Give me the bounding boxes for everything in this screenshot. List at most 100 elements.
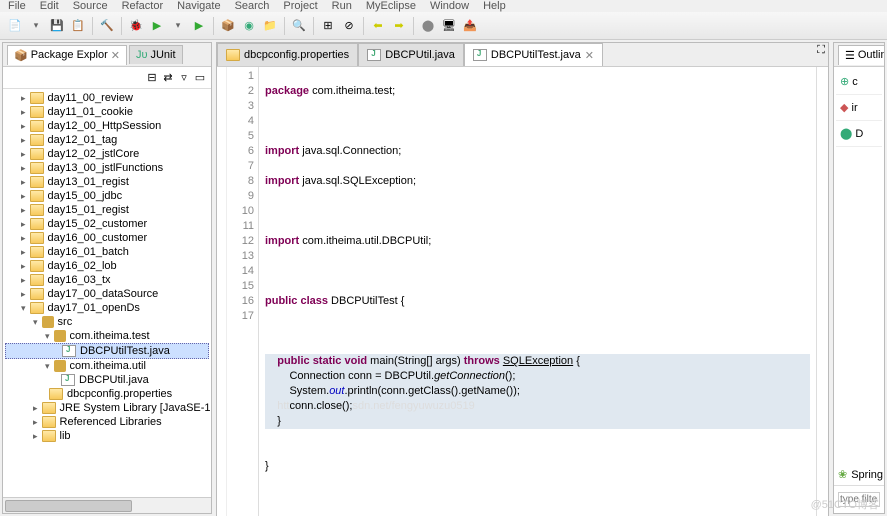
myeclipse-button[interactable]: ⬤ xyxy=(419,17,437,35)
new-package-button[interactable]: 📦 xyxy=(219,17,237,35)
link-editor-button[interactable]: ⇄ xyxy=(161,71,175,85)
expand-icon[interactable]: ▸ xyxy=(21,163,26,174)
menu-item[interactable]: Window xyxy=(430,0,469,12)
build-button[interactable]: 🔨 xyxy=(98,17,116,35)
forward-button[interactable]: ➡ xyxy=(390,17,408,35)
tree-item[interactable]: ▾com.itheima.test xyxy=(5,329,209,343)
expand-icon[interactable]: ▸ xyxy=(21,205,26,216)
minimize-button[interactable]: ▭ xyxy=(193,71,207,85)
toggle-button[interactable]: ⊞ xyxy=(319,17,337,35)
scrollbar-horizontal[interactable] xyxy=(3,497,211,513)
expand-icon[interactable]: ▸ xyxy=(21,191,26,202)
expand-icon[interactable]: ▸ xyxy=(21,135,26,146)
run-dropdown[interactable]: ▾ xyxy=(169,17,187,35)
expand-icon[interactable]: ▸ xyxy=(33,417,38,428)
close-icon[interactable]: ✕ xyxy=(111,49,120,62)
new-class-button[interactable]: ◉ xyxy=(240,17,258,35)
tree-item[interactable]: ▾com.itheima.util xyxy=(5,359,209,373)
tree-item[interactable]: ▸Referenced Libraries xyxy=(5,415,209,429)
tree-item[interactable]: ▸day16_02_lob xyxy=(5,259,209,273)
tree-item[interactable]: ▸day13_01_regist xyxy=(5,175,209,189)
menu-item[interactable]: MyEclipse xyxy=(366,0,416,12)
expand-icon[interactable]: ▾ xyxy=(33,317,38,328)
save-button[interactable]: 💾 xyxy=(48,17,66,35)
expand-icon[interactable]: ▸ xyxy=(21,121,26,132)
menu-item[interactable]: Run xyxy=(332,0,352,12)
outline-tab[interactable]: ☰Outline xyxy=(838,45,885,65)
tree-item[interactable]: ▸day13_00_jstlFunctions xyxy=(5,161,209,175)
annotation-button[interactable]: ⊘ xyxy=(340,17,358,35)
collapse-all-button[interactable]: ⊟ xyxy=(145,71,159,85)
tree-item[interactable]: ▸day16_01_batch xyxy=(5,245,209,259)
expand-icon[interactable]: ▾ xyxy=(45,361,50,372)
editor-tab[interactable]: dbcpconfig.properties xyxy=(217,43,358,66)
new-button[interactable]: 📄 xyxy=(6,17,24,35)
expand-icon[interactable]: ▸ xyxy=(21,289,26,300)
maximize-button[interactable]: ⛶ xyxy=(814,43,828,57)
quick-access-ir[interactable]: ◆ ir xyxy=(836,95,882,121)
back-button[interactable]: ⬅ xyxy=(369,17,387,35)
view-menu-button[interactable]: ▿ xyxy=(177,71,191,85)
tree-item[interactable]: ▸day12_01_tag xyxy=(5,133,209,147)
tree-item[interactable]: ▸lib xyxy=(5,429,209,443)
debug-button[interactable]: 🐞 xyxy=(127,17,145,35)
menu-item[interactable]: Source xyxy=(73,0,108,12)
tree-item[interactable]: dbcpconfig.properties xyxy=(5,387,209,401)
tree-item[interactable]: ▾src xyxy=(5,315,209,329)
tree-item[interactable]: ▸day15_01_regist xyxy=(5,203,209,217)
tree-item[interactable]: ▸day15_02_customer xyxy=(5,217,209,231)
deploy-button[interactable]: 📤 xyxy=(461,17,479,35)
save-all-button[interactable]: 📋 xyxy=(69,17,87,35)
menu-item[interactable]: Edit xyxy=(40,0,59,12)
package-tree[interactable]: ▸day11_00_review▸day11_01_cookie▸day12_0… xyxy=(3,89,211,497)
menu-item[interactable]: Help xyxy=(483,0,506,12)
close-icon[interactable]: ✕ xyxy=(585,49,594,62)
menu-item[interactable]: Refactor xyxy=(122,0,164,12)
expand-icon[interactable]: ▸ xyxy=(21,107,26,118)
tree-item[interactable]: DBCPUtilTest.java xyxy=(5,343,209,359)
expand-icon[interactable]: ▸ xyxy=(21,261,26,272)
tree-item[interactable]: ▸day17_00_dataSource xyxy=(5,287,209,301)
expand-icon[interactable]: ▾ xyxy=(21,303,26,314)
spring-tab[interactable]: ❀Spring xyxy=(834,464,884,486)
menu-item[interactable]: Navigate xyxy=(177,0,220,12)
expand-icon[interactable]: ▸ xyxy=(21,219,26,230)
code-area[interactable]: package com.itheima.test; import java.sq… xyxy=(259,67,816,516)
tree-item[interactable]: ▸day16_00_customer xyxy=(5,231,209,245)
tree-item[interactable]: ▸day11_00_review xyxy=(5,91,209,105)
tree-item[interactable]: ▸day16_03_tx xyxy=(5,273,209,287)
server-button[interactable]: 🖥 xyxy=(440,17,458,35)
menu-item[interactable]: Search xyxy=(235,0,270,12)
tree-item[interactable]: ▾day17_01_openDs xyxy=(5,301,209,315)
expand-icon[interactable]: ▸ xyxy=(21,93,26,104)
run-button[interactable]: ▶ xyxy=(148,17,166,35)
expand-icon[interactable]: ▸ xyxy=(21,275,26,286)
editor-tab[interactable]: DBCPUtil.java xyxy=(358,43,464,66)
junit-tab[interactable]: Jυ JUnit xyxy=(129,45,183,64)
expand-icon[interactable]: ▸ xyxy=(21,177,26,188)
expand-icon[interactable]: ▸ xyxy=(21,149,26,160)
search-button[interactable]: 🔍 xyxy=(290,17,308,35)
menu-item[interactable]: Project xyxy=(283,0,317,12)
expand-icon[interactable]: ▾ xyxy=(45,331,50,342)
editor-tab[interactable]: DBCPUtilTest.java✕ xyxy=(464,43,603,66)
menu-item[interactable]: File xyxy=(8,0,26,12)
tree-item[interactable]: ▸JRE System Library [JavaSE-1.6] xyxy=(5,401,209,415)
junit-icon: Jυ xyxy=(136,49,148,61)
expand-icon[interactable]: ▸ xyxy=(21,233,26,244)
external-button[interactable]: ▶ xyxy=(190,17,208,35)
tree-item[interactable]: ▸day12_00_HttpSession xyxy=(5,119,209,133)
tree-item[interactable]: ▸day15_00_jdbc xyxy=(5,189,209,203)
new-dropdown[interactable]: ▾ xyxy=(27,17,45,35)
overview-ruler[interactable] xyxy=(816,67,828,516)
quick-access-c[interactable]: ⊕ c xyxy=(836,69,882,95)
tree-item[interactable]: ▸day12_02_jstlCore xyxy=(5,147,209,161)
tree-item[interactable]: ▸day11_01_cookie xyxy=(5,105,209,119)
package-explorer-tab[interactable]: 📦 Package Explor ✕ xyxy=(7,45,127,65)
new-folder-button[interactable]: 📁 xyxy=(261,17,279,35)
expand-icon[interactable]: ▸ xyxy=(33,431,38,442)
expand-icon[interactable]: ▸ xyxy=(21,247,26,258)
tree-item[interactable]: DBCPUtil.java xyxy=(5,373,209,387)
expand-icon[interactable]: ▸ xyxy=(33,403,38,414)
quick-access-d[interactable]: ⬤ D xyxy=(836,121,882,147)
